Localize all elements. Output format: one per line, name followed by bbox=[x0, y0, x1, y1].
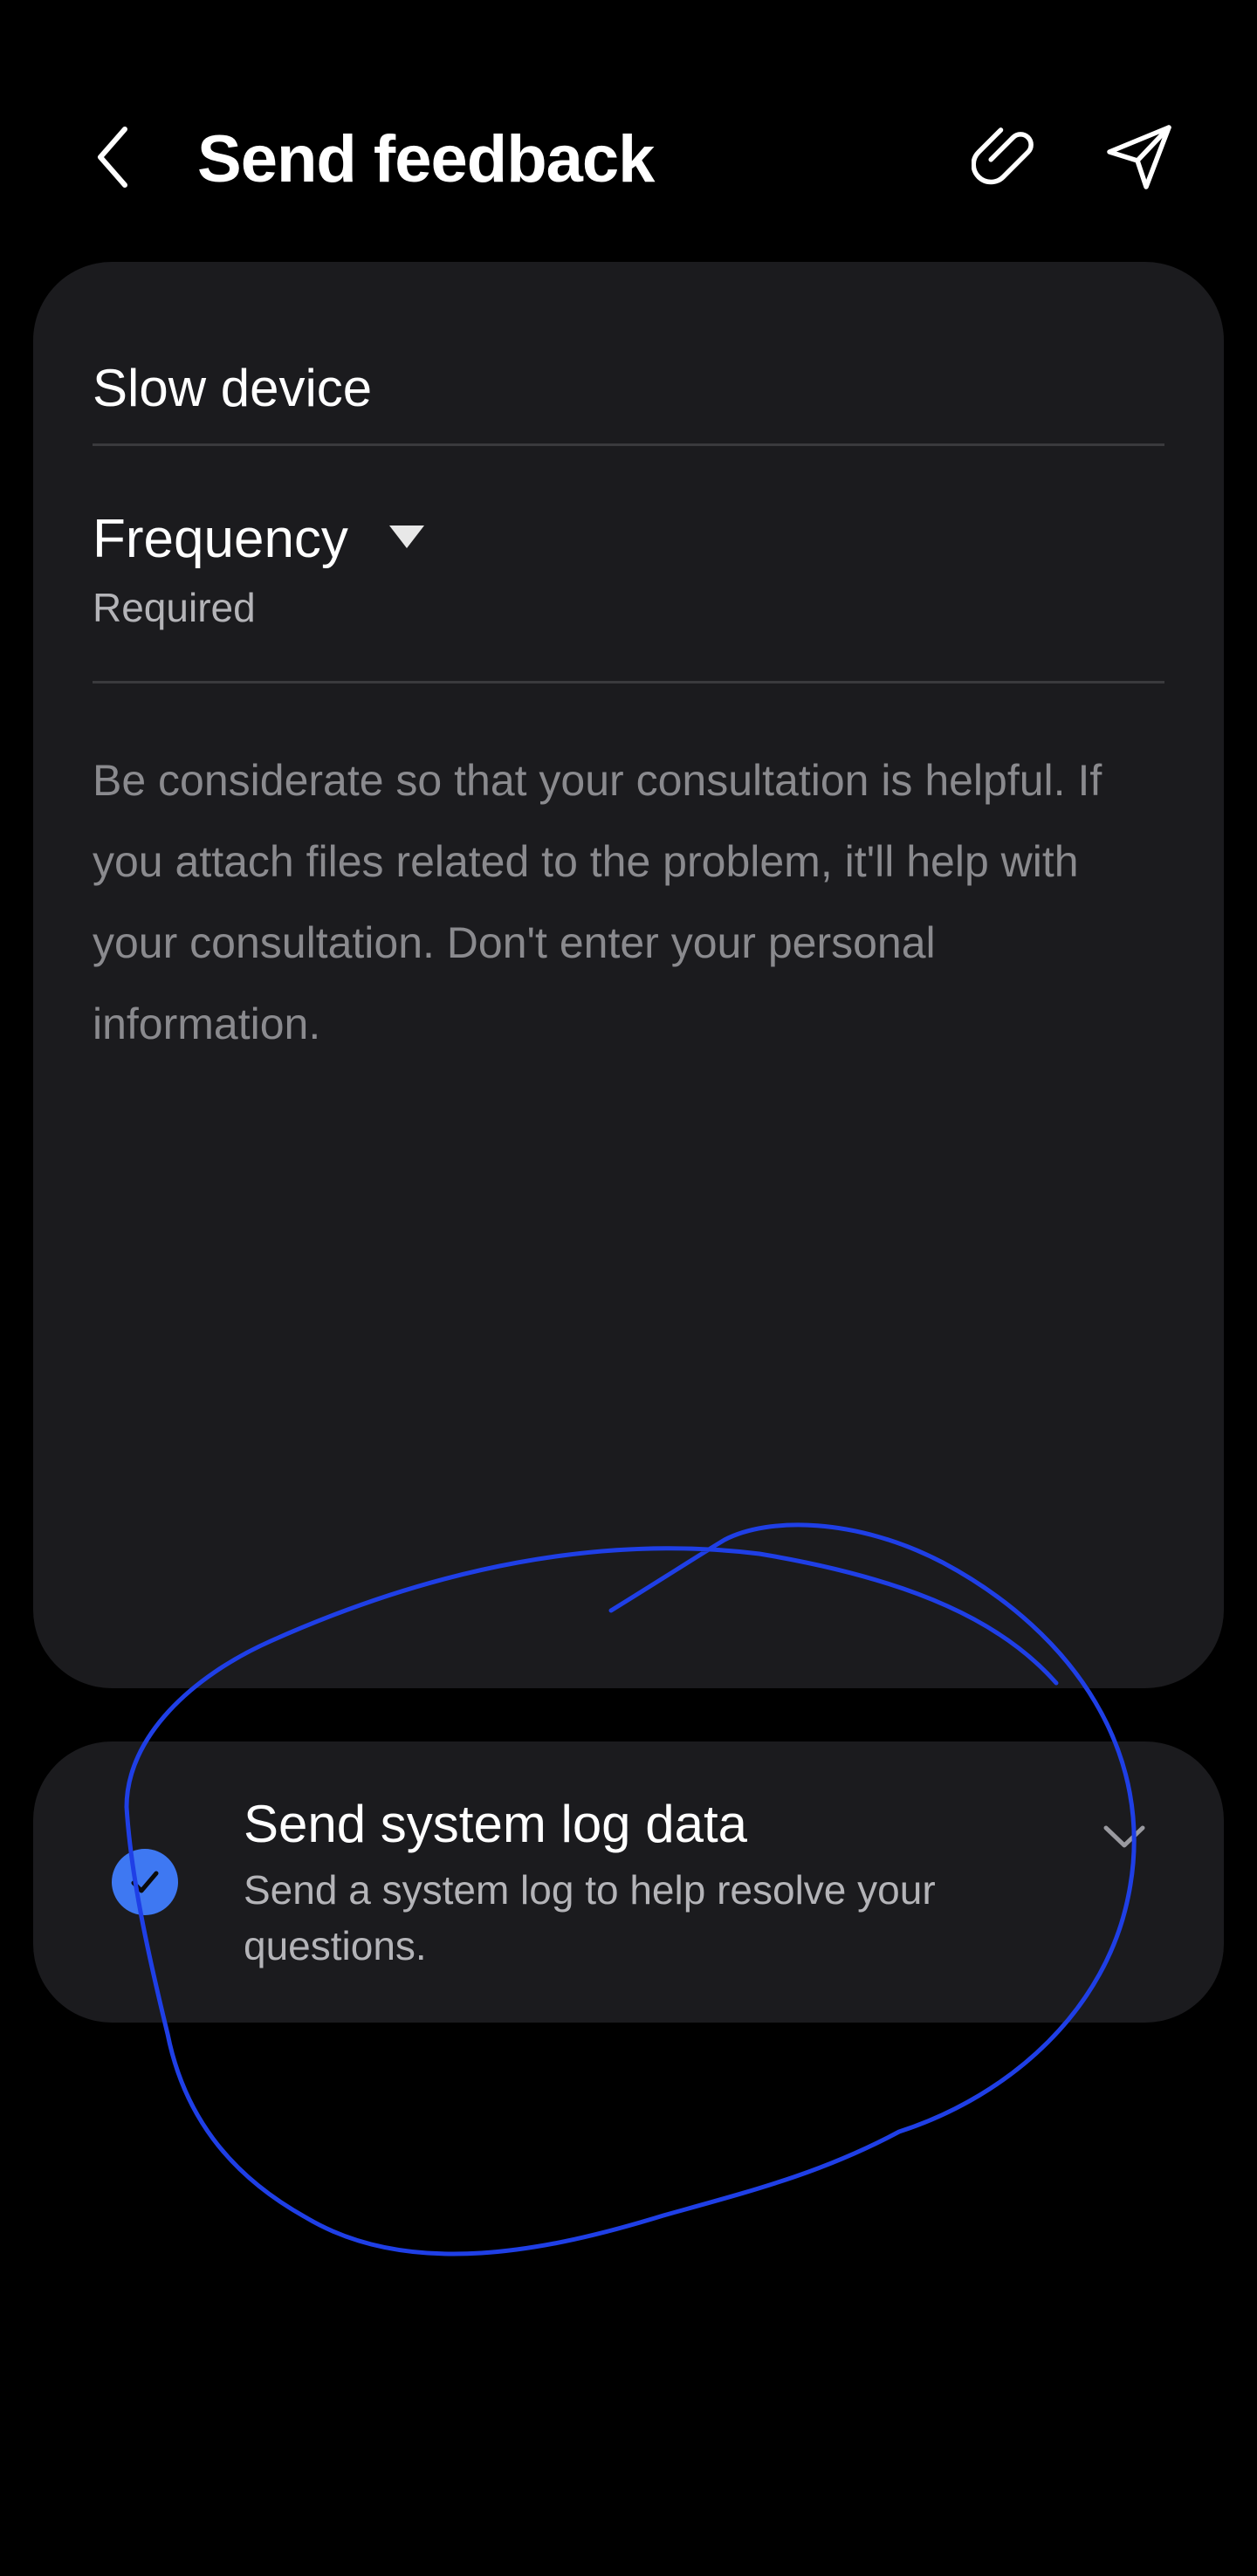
chevron-down-icon bbox=[1103, 1825, 1145, 1848]
paperclip-icon bbox=[972, 127, 1034, 185]
system-log-checkbox[interactable] bbox=[112, 1849, 178, 1915]
chevron-left-icon bbox=[98, 127, 127, 188]
app-bar: Send feedback bbox=[0, 0, 1257, 262]
expand-button[interactable] bbox=[1089, 1803, 1159, 1872]
category-value: Slow device bbox=[93, 359, 373, 417]
system-log-description: Send a system log to help resolve your q… bbox=[244, 1867, 936, 1968]
system-log-option[interactable]: Send system log data Send a system log t… bbox=[33, 1741, 1224, 2023]
send-icon bbox=[1107, 125, 1171, 189]
system-log-title: Send system log data bbox=[244, 1795, 748, 1853]
frequency-dropdown[interactable]: Frequency Required bbox=[93, 489, 1164, 663]
frequency-required-label: Required bbox=[93, 585, 256, 630]
checkmark-icon bbox=[131, 1871, 159, 1893]
send-button[interactable] bbox=[1096, 113, 1183, 201]
feedback-details-input[interactable]: Be considerate so that your consultation… bbox=[93, 740, 1175, 1526]
feedback-form-card: Slow device Frequency Required Be consid… bbox=[33, 262, 1224, 1688]
category-field[interactable]: Slow device bbox=[93, 314, 1164, 445]
page-title: Send feedback bbox=[197, 122, 655, 196]
caret-down-icon bbox=[389, 526, 424, 548]
back-button[interactable] bbox=[79, 113, 148, 201]
divider bbox=[93, 443, 1164, 446]
frequency-label: Frequency bbox=[93, 509, 348, 569]
divider bbox=[93, 681, 1164, 683]
attach-button[interactable] bbox=[965, 113, 1052, 201]
